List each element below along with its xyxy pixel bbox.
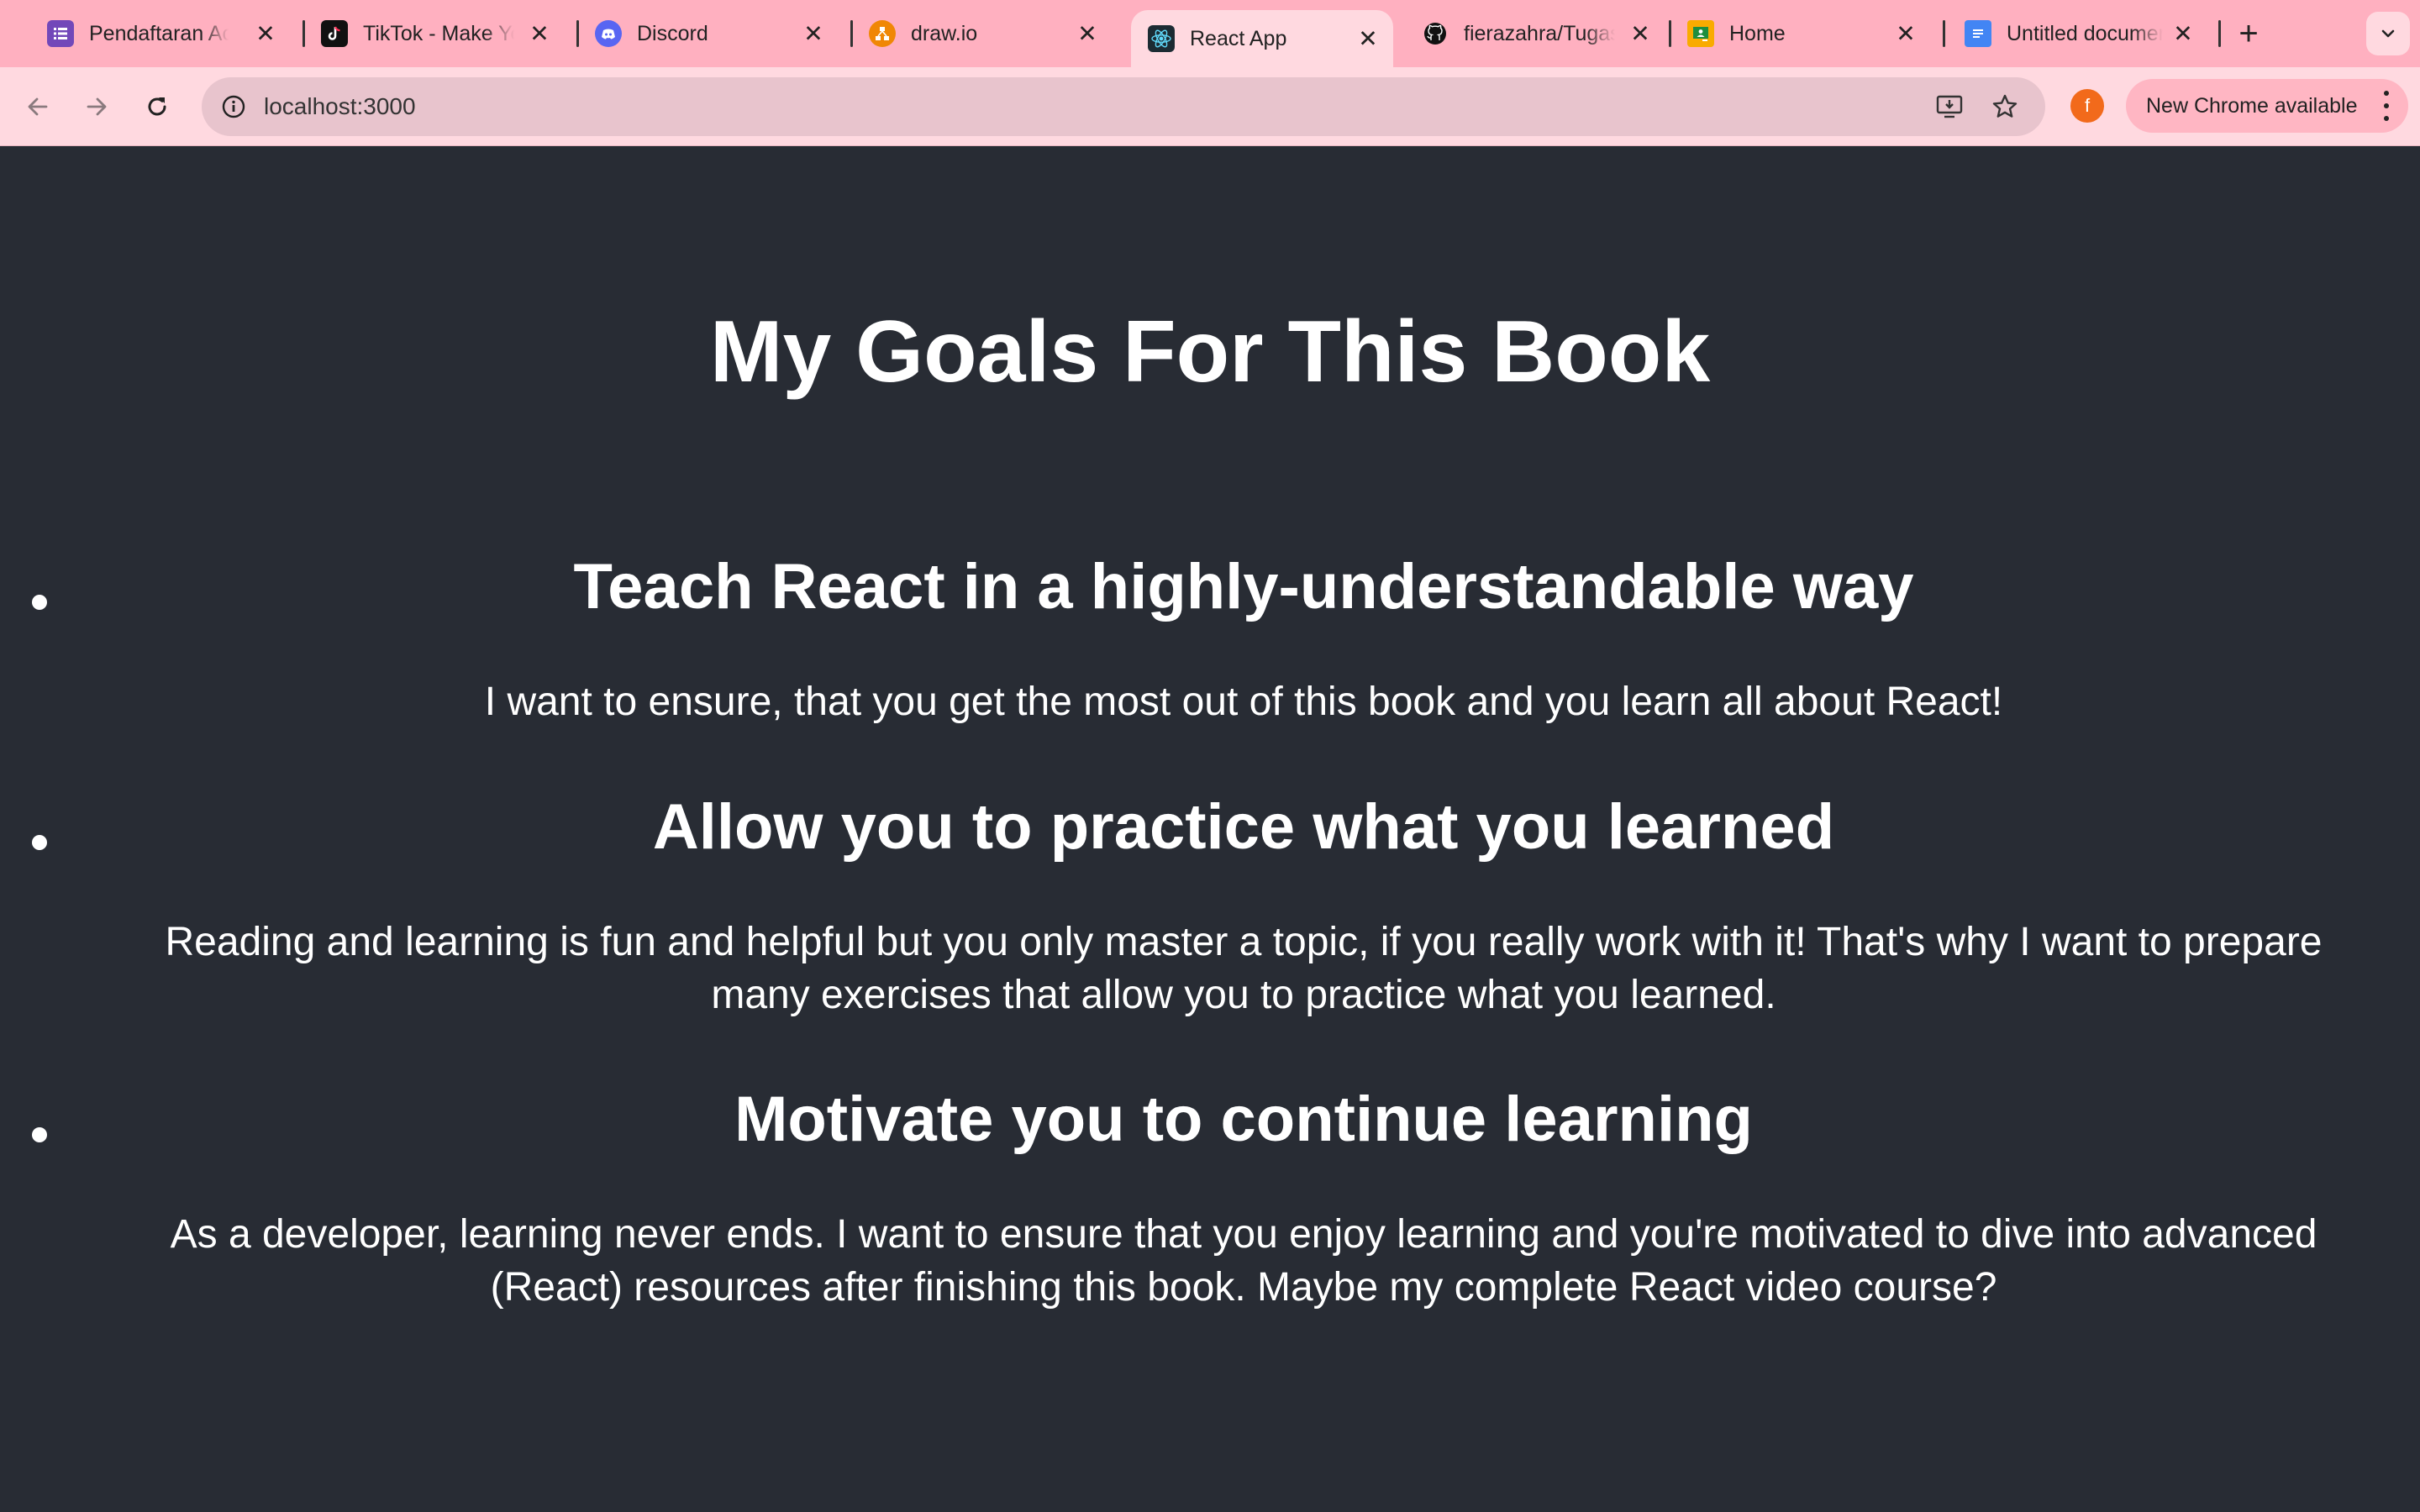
chrome-update-button[interactable]: New Chrome available xyxy=(2126,79,2408,133)
tab-untitled-document[interactable]: Untitled document ✕ xyxy=(1948,12,2208,55)
goal-title: Allow you to practice what you learned xyxy=(652,791,1835,863)
tab-search-button[interactable] xyxy=(2366,12,2410,55)
github-icon xyxy=(1422,20,1449,47)
back-button[interactable] xyxy=(17,86,59,128)
tab-home[interactable]: Home ✕ xyxy=(1670,12,1931,55)
tab-github[interactable]: fierazahra/Tugas ✕ xyxy=(1405,12,1665,55)
goal-description-line: (React) resources after finishing this b… xyxy=(490,1265,1997,1310)
arrow-left-icon xyxy=(28,97,48,116)
tab-drawio[interactable]: draw.io ✕ xyxy=(852,12,1113,55)
goal-title: Teach React in a highly-understandable w… xyxy=(573,551,1914,622)
new-tab-button[interactable]: + xyxy=(2228,12,2269,55)
goal-description: Reading and learning is fun and helpful … xyxy=(101,916,2386,1021)
list-bullet xyxy=(32,595,47,610)
tab-divider xyxy=(1943,20,1945,47)
close-icon[interactable]: ✕ xyxy=(252,20,279,48)
goal-description-line: I want to ensure, that you get the most … xyxy=(484,680,2003,724)
reload-icon xyxy=(148,97,166,116)
tiktok-icon xyxy=(321,20,348,47)
browser-toolbar: localhost:3000 xyxy=(0,67,2420,146)
tab-title: Pendaftaran Acara xyxy=(89,21,229,45)
update-label: New Chrome available xyxy=(2146,93,2358,118)
list-bullet xyxy=(32,1127,47,1142)
reload-button[interactable] xyxy=(136,86,178,128)
page-content: My Goals For This Book Teach React in a … xyxy=(0,146,2420,1512)
drawio-icon xyxy=(869,20,896,47)
page-title: My Goals For This Book xyxy=(709,303,1711,401)
classroom-icon xyxy=(1687,20,1714,47)
tab-title: draw.io xyxy=(911,21,978,45)
react-icon xyxy=(1148,25,1175,52)
tab-react-app[interactable]: React App ✕ xyxy=(1131,10,1393,67)
tab-title: Home xyxy=(1729,21,1786,45)
bookmark-star-icon[interactable] xyxy=(1986,88,2023,125)
arrow-right-icon xyxy=(87,97,107,116)
close-icon[interactable]: ✕ xyxy=(526,20,553,48)
close-icon[interactable]: ✕ xyxy=(1892,20,1919,48)
tab-divider xyxy=(2218,20,2221,47)
close-icon[interactable]: ✕ xyxy=(1627,20,1654,48)
forward-button[interactable] xyxy=(76,86,118,128)
tab-pendaftaran[interactable]: Pendaftaran Acara ✕ xyxy=(30,12,291,55)
close-icon[interactable]: ✕ xyxy=(1074,20,1101,48)
tab-title: Discord xyxy=(637,21,708,45)
browser-chrome: Pendaftaran Acara ✕ TikTok - Make Your D… xyxy=(0,0,2420,146)
tab-title: React App xyxy=(1190,26,1287,50)
goal-description-line: Reading and learning is fun and helpful … xyxy=(165,920,2323,964)
tab-title: fierazahra/Tugas xyxy=(1464,21,1615,45)
tab-strip: Pendaftaran Acara ✕ TikTok - Make Your D… xyxy=(0,0,2420,67)
chevron-down-icon xyxy=(2381,29,2395,38)
install-app-icon[interactable] xyxy=(1931,88,1968,125)
goal-description-line: As a developer, learning never ends. I w… xyxy=(170,1212,2317,1257)
goal-description: I want to ensure, that you get the most … xyxy=(101,675,2386,728)
close-icon[interactable]: ✕ xyxy=(1355,25,1381,53)
tab-title: Untitled document xyxy=(2007,21,2163,45)
site-info-icon[interactable] xyxy=(215,88,252,125)
tab-discord[interactable]: Discord ✕ xyxy=(578,12,839,55)
docs-icon xyxy=(1965,20,1991,47)
tab-title: TikTok - Make Your Day xyxy=(363,21,514,45)
address-bar[interactable]: localhost:3000 xyxy=(202,77,2045,136)
more-menu-icon[interactable] xyxy=(2381,91,2391,121)
address-url[interactable]: localhost:3000 xyxy=(264,77,416,136)
forms-icon xyxy=(47,20,74,47)
close-icon[interactable]: ✕ xyxy=(2170,20,2196,48)
list-bullet xyxy=(32,835,47,850)
goal-title: Motivate you to continue learning xyxy=(734,1084,1753,1155)
goal-description-line: many exercises that allow you to practic… xyxy=(711,973,1776,1017)
goal-description: As a developer, learning never ends. I w… xyxy=(101,1208,2386,1314)
tab-tiktok[interactable]: TikTok - Make Your Day ✕ xyxy=(304,12,565,55)
profile-avatar[interactable]: f xyxy=(2070,89,2104,123)
close-icon[interactable]: ✕ xyxy=(800,20,827,48)
discord-icon xyxy=(595,20,622,47)
